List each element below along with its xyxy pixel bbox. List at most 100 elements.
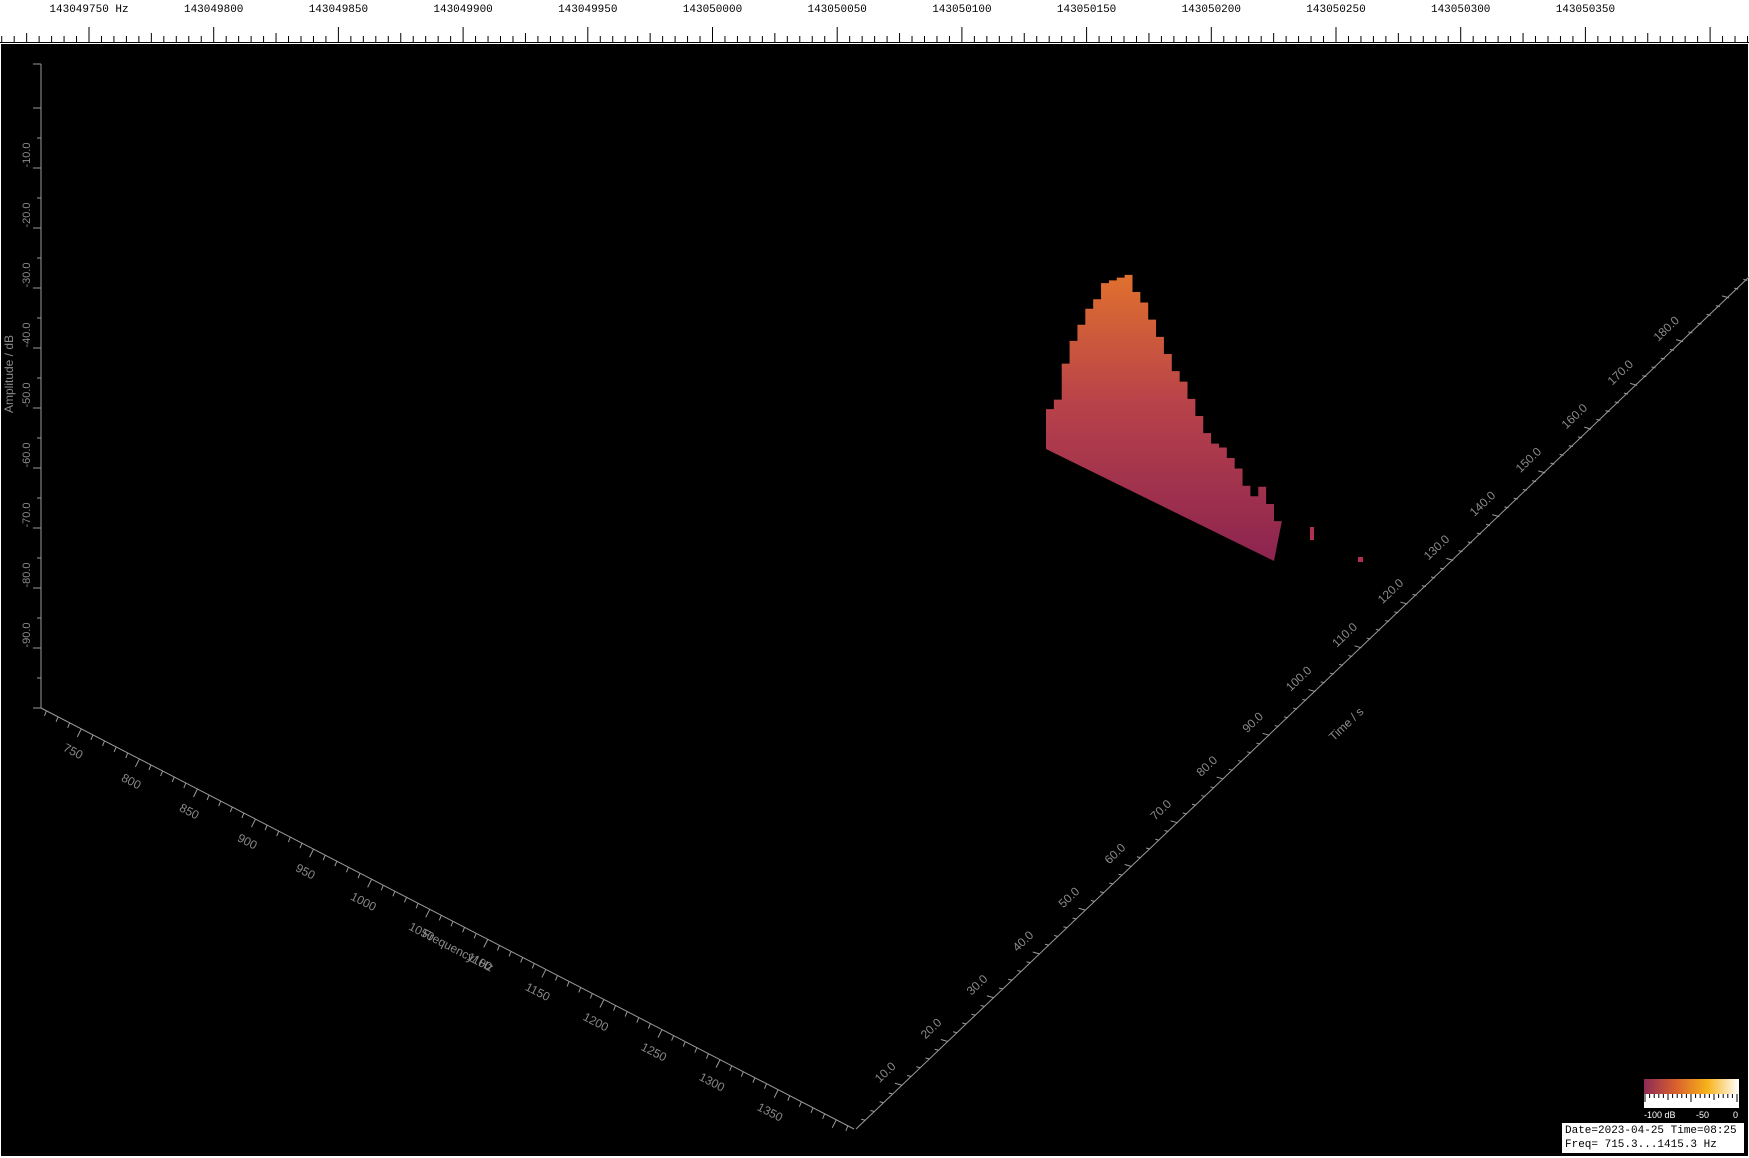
frequency-tick (425, 909, 431, 918)
time-tick (1017, 970, 1022, 973)
amplitude-tick-label: -10.0 (21, 142, 33, 167)
time-tick (1026, 961, 1031, 964)
frequency-tick (367, 879, 373, 888)
frequency-tick (845, 1125, 849, 1131)
frequency-tick (694, 1047, 698, 1053)
time-tick (870, 1110, 875, 1112)
time-tick (1118, 873, 1123, 876)
time-tick (1100, 891, 1105, 894)
time-tick (1136, 856, 1142, 859)
amplitude-tick-label: -90.0 (21, 622, 33, 647)
frequency-tick-label: 1000 (348, 889, 378, 914)
time-tick (1308, 689, 1316, 693)
frequency-tick-label: 1200 (581, 1010, 611, 1035)
time-tick (894, 1082, 903, 1086)
frequency-tick (764, 1083, 768, 1089)
frequency-tick-label: 900 (235, 831, 260, 853)
frequency-tick (531, 963, 535, 969)
time-tick (1170, 820, 1178, 824)
amplitude-tick-label: -70.0 (21, 502, 33, 527)
frequency-tick (76, 728, 82, 738)
frequency-tick-label: 1150 (523, 980, 553, 1004)
frequency-tick (55, 716, 59, 723)
time-tick (1216, 776, 1224, 780)
frequency-tick (392, 891, 396, 897)
frequency-tick (566, 981, 570, 987)
time-tick (1164, 830, 1169, 833)
time-tick (1072, 917, 1077, 920)
ruler-label: 143050100 (932, 4, 991, 16)
amplitude-tick-label: -80.0 (21, 562, 33, 587)
frequency-tick (555, 975, 558, 981)
ruler-label: 143050000 (683, 4, 742, 16)
frequency-tick (160, 770, 164, 777)
frequency-tick (671, 1035, 675, 1041)
time-tick (1090, 900, 1096, 903)
frequency-tick (334, 860, 338, 867)
time-tick (934, 1048, 939, 1051)
time-tick-label: 150.0 (1513, 444, 1545, 475)
time-tick (980, 1005, 985, 1008)
time-tick (1063, 926, 1068, 929)
frequency-tick (462, 927, 466, 933)
time-tick (998, 987, 1004, 990)
ruler-label: 143049750 Hz (49, 4, 128, 16)
time-tick (925, 1057, 930, 1060)
time-tick (1155, 838, 1160, 841)
frequency-axis-label: Frequency/ Hz (420, 926, 496, 974)
frequency-tick (251, 818, 256, 828)
time-tick-label: 110.0 (1329, 620, 1360, 650)
ruler-label: 143049950 (558, 4, 617, 16)
time-tick (1354, 645, 1362, 649)
frequency-tick (729, 1065, 733, 1071)
frequency-tick-label: 950 (293, 861, 318, 883)
frequency-tick-label: 1250 (639, 1040, 669, 1065)
colorbar-label-mid: -50 (1696, 1110, 1709, 1120)
amplitude-tick-label: -20.0 (21, 202, 33, 227)
frequency-ruler-scale: 143049750 Hz 143049800 143049850 143049900 1… (0, 4, 1749, 43)
time-tick (1124, 864, 1132, 868)
info-date-time: Date=2023-04-25 Time=08:25 (1565, 1125, 1737, 1137)
colorbar: -100 dB -50 0 (1643, 1079, 1740, 1120)
frequency-tick (322, 854, 326, 861)
frequency-tick (589, 993, 593, 999)
ruler-label: 143049900 (433, 4, 492, 16)
frequency-tick (134, 758, 140, 768)
ruler-label: 143050350 (1556, 4, 1615, 16)
amplitude-tick-label: -40.0 (21, 322, 33, 347)
time-tick (1008, 978, 1013, 981)
ruler-label: 143049800 (184, 4, 243, 16)
frequency-tick (43, 710, 47, 717)
time-tick (1446, 557, 1454, 561)
ruler-label: 143050250 (1306, 4, 1365, 16)
frequency-tick (67, 722, 71, 729)
ruler-label: 143050150 (1057, 4, 1116, 16)
frequency-tick (715, 1059, 721, 1068)
time-tick-label: 10.0 (872, 1059, 899, 1085)
frequency-tick-label: 1350 (755, 1100, 785, 1125)
time-tick (1044, 943, 1050, 946)
time-tick (971, 1013, 976, 1016)
colorbar-label-min: -100 dB (1644, 1110, 1676, 1120)
amplitude-tick-label: -60.0 (21, 442, 33, 467)
time-tick (952, 1031, 958, 1034)
frequency-tick (183, 782, 187, 789)
frequency-tick (578, 987, 582, 993)
colorbar-legend: -100 dB -50 0 (1643, 1078, 1740, 1120)
frequency-tick (287, 836, 291, 843)
time-tick (1262, 732, 1270, 736)
time-tick (962, 1022, 967, 1025)
time-tick-label: 20.0 (918, 1015, 945, 1041)
frequency-tick (787, 1095, 791, 1101)
frequency-tick-label: 1300 (697, 1070, 727, 1095)
frequency-tick (125, 752, 129, 759)
frequency-tick (450, 921, 454, 927)
time-tick-label: 130.0 (1421, 532, 1453, 563)
frequency-tick (113, 746, 117, 753)
frequency-tick (229, 806, 233, 813)
frequency-tick (682, 1041, 686, 1047)
time-tick (879, 1101, 884, 1104)
frequency-tick (798, 1101, 802, 1107)
frequency-tick (773, 1089, 779, 1098)
frequency-tick (810, 1107, 814, 1113)
